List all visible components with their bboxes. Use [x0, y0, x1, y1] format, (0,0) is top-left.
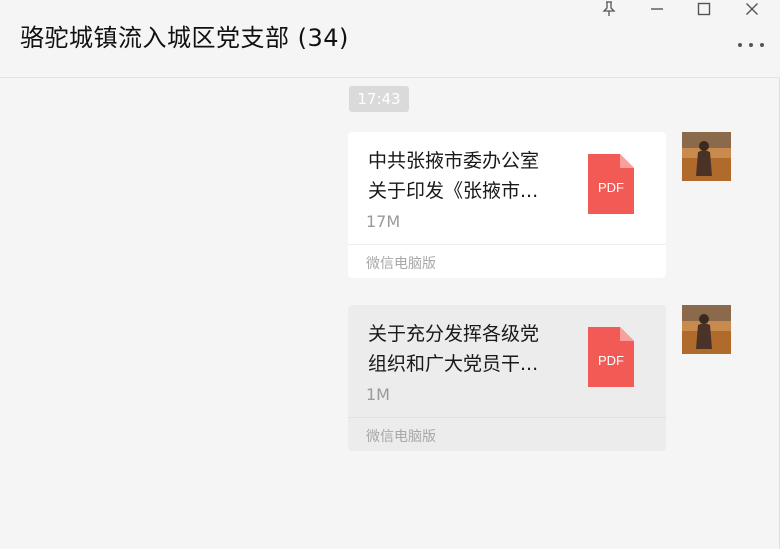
file-message-card[interactable]: 关于充分发挥各级党 组织和广大党员干... PDF 1M 微信电脑版 — [348, 305, 666, 451]
more-icon[interactable] — [738, 38, 764, 52]
pin-icon[interactable] — [595, 0, 623, 18]
avatar[interactable] — [682, 132, 731, 181]
maximize-icon[interactable] — [690, 0, 718, 18]
minimize-icon[interactable] — [643, 0, 671, 18]
pdf-file-icon: PDF — [588, 327, 634, 387]
pdf-label: PDF — [598, 180, 624, 195]
pdf-label: PDF — [598, 353, 624, 368]
file-size: 17M — [366, 212, 401, 231]
file-name: 关于充分发挥各级党 组织和广大党员干... — [368, 323, 540, 375]
pdf-file-icon: PDF — [588, 154, 634, 214]
title-bar: 骆驼城镇流入城区党支部 (34) — [0, 0, 780, 78]
file-name: 中共张掖市委办公室 关于印发《张掖市... — [368, 150, 540, 202]
file-message-card[interactable]: 中共张掖市委办公室 关于印发《张掖市... PDF 17M 微信电脑版 — [348, 132, 666, 278]
card-divider — [348, 244, 666, 245]
card-divider — [348, 417, 666, 418]
message-source: 微信电脑版 — [366, 429, 436, 445]
avatar[interactable] — [682, 305, 731, 354]
message-timestamp: 17:43 — [349, 86, 409, 112]
chat-window: 骆驼城镇流入城区党支部 (34) 17:43 中共张掖市委办公室 关于印发《张掖… — [0, 0, 780, 549]
file-size: 1M — [366, 385, 390, 404]
message-source: 微信电脑版 — [366, 256, 436, 272]
close-icon[interactable] — [738, 0, 766, 18]
chat-title: 骆驼城镇流入城区党支部 (34) — [20, 24, 349, 52]
